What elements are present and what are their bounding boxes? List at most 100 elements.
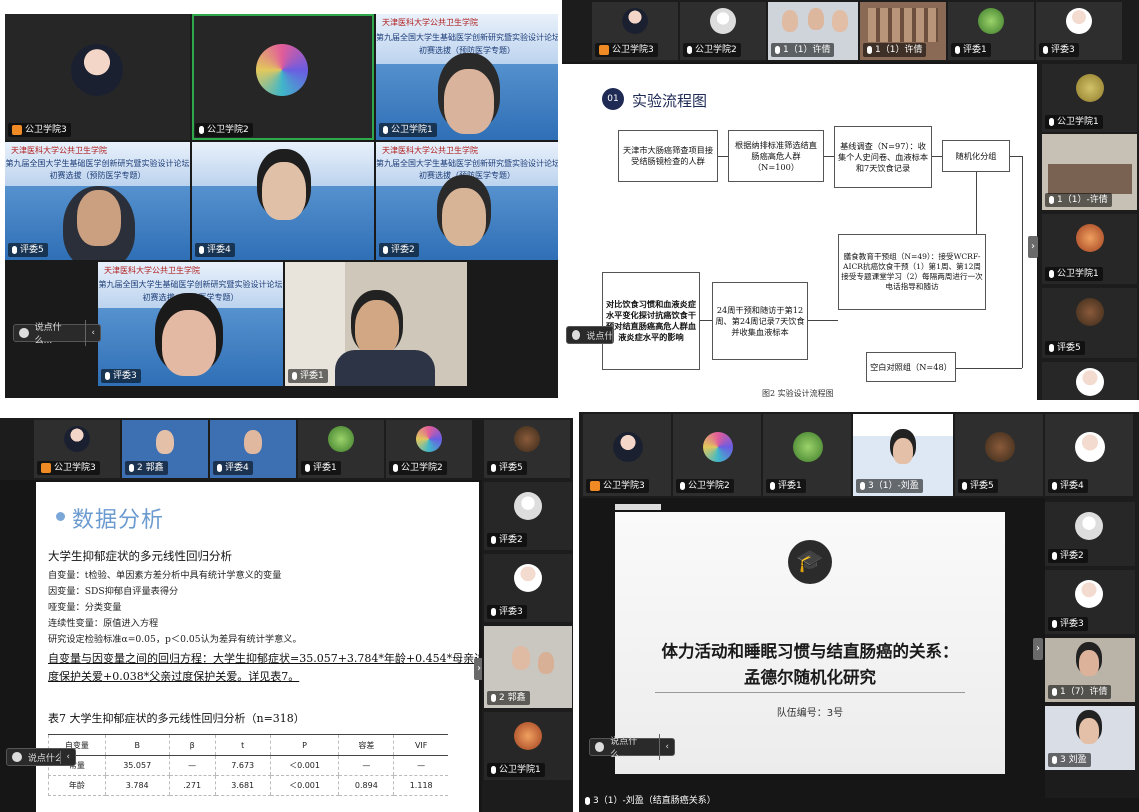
video-tile[interactable]: 天津医科大学公共卫生学院 第九届全国大学生基础医学创新研究暨实验设计论坛 初赛选拔（… — [376, 142, 558, 260]
avatar — [514, 492, 542, 520]
avatar — [622, 8, 648, 34]
chat-placeholder[interactable]: 说点什么... — [35, 320, 87, 346]
strip-tile[interactable]: 公卫学院3 — [583, 414, 671, 496]
strip-tile[interactable]: 评委5 — [955, 414, 1043, 496]
video-tile-active-speaker[interactable]: 公卫学院2 — [192, 14, 374, 140]
strip-tile[interactable]: 3 刘盈 — [1045, 706, 1135, 770]
chat-input-bar[interactable]: 说点什么... ‹ — [6, 748, 76, 766]
chevron-right-icon[interactable]: › — [1033, 638, 1043, 660]
chevron-right-icon[interactable]: › — [1028, 236, 1038, 258]
mic-icon — [1049, 118, 1054, 126]
chat-placeholder[interactable]: 说点什么... — [586, 328, 613, 342]
participant-video — [162, 310, 216, 376]
slide-body: 自变量：t检验、单因素方差分析中具有统计学意义的变量 因变量：SDS抑郁自评量表… — [48, 570, 302, 645]
smiley-icon[interactable] — [19, 328, 29, 338]
strip-tile[interactable]: 评委4 — [210, 420, 296, 478]
chat-input-bar[interactable]: 说点什么... ‹ — [13, 320, 101, 346]
smiley-icon[interactable] — [595, 742, 605, 752]
strip-tile[interactable]: 评委5 — [1042, 288, 1137, 358]
name-tag: 评委4 — [213, 461, 253, 475]
strip-tile[interactable]: 评委4 — [1045, 414, 1133, 496]
bullet-dot — [56, 512, 65, 521]
strip-tile[interactable]: 评委3 — [484, 554, 572, 622]
strip-tile[interactable]: 1（1）-许倩 — [1042, 134, 1137, 210]
name-tag: 公卫学院3 — [8, 123, 71, 137]
strip-tile[interactable]: 评委3 — [1045, 570, 1135, 634]
flow-box: 空白对照组（N=48） — [866, 352, 956, 382]
strip-tile[interactable]: 1（1）许倩 — [768, 2, 858, 60]
mic-icon — [1043, 46, 1048, 54]
mic-icon — [1049, 344, 1054, 352]
name-tag: 公卫学院2 — [389, 461, 447, 475]
video-tile[interactable]: 天津医科大学公共卫生学院 第九届全国大学生基础医学创新研究暨实验设计论坛 初赛选拔（… — [98, 262, 283, 386]
table-header-row: 自变量 B β t P 容差 VIF — [48, 734, 448, 756]
mic-icon — [860, 482, 865, 490]
name-tag: 评委1 — [766, 479, 806, 493]
name-tag: 1（1）许倩 — [863, 43, 927, 57]
slide-tab[interactable] — [615, 504, 661, 510]
strip-tile[interactable]: 公卫学院1 — [484, 712, 572, 780]
strip-tile[interactable]: 公卫学院2 — [386, 420, 472, 478]
strip-tile[interactable]: 评委2 — [1045, 502, 1135, 566]
graduation-cap-icon: 🎓 — [788, 540, 832, 584]
video-tile[interactable]: 天津医科大学公共卫生学院 第九届全国大学生基础医学创新研究暨实验设计论坛 初赛选拔（… — [376, 14, 558, 140]
mic-icon — [199, 246, 204, 254]
chat-input-bar[interactable]: 说点什么... ‹ — [589, 734, 675, 760]
strip-tile[interactable]: 公卫学院2 — [673, 414, 761, 496]
video-tile[interactable]: 评委1 — [285, 262, 467, 386]
avatar — [514, 426, 540, 452]
video-tile[interactable]: 评委4 — [192, 142, 374, 260]
flow-box: 根据纳排标准筛选结直肠癌高危人群（N=100） — [728, 130, 824, 182]
regression-table: 自变量 B β t P 容差 VIF 常量 35.057—7.673 ＜0.001—… — [48, 734, 448, 796]
slide-title: 实验流程图 — [632, 92, 708, 110]
avatar — [1076, 224, 1104, 252]
chevron-left-icon[interactable]: ‹ — [86, 328, 100, 338]
strip-tile[interactable]: 评委1 — [763, 414, 851, 496]
smiley-icon[interactable] — [572, 330, 581, 340]
avatar — [256, 44, 308, 96]
name-tag: 公卫学院2 — [195, 123, 253, 137]
mic-icon — [1049, 270, 1054, 278]
table-row: 常量 35.057—7.673 ＜0.001— — — [48, 755, 448, 776]
strip-tile[interactable]: 1（7）许倩 — [1045, 638, 1135, 702]
strip-tile[interactable]: 评委3 — [1036, 2, 1122, 60]
participant-strip: 公卫学院3 公卫学院2 1（1）许倩 1（1）许倩 评委1 评委3 — [562, 0, 1139, 62]
screen-share-panel-data-analysis: 公卫学院3 2 郭鑫 评委4 评委1 公卫学院2 评委5 数据分析 大学生抑郁症… — [0, 418, 573, 812]
participant-video — [442, 188, 486, 246]
video-tile[interactable]: 公卫学院3 — [5, 14, 190, 140]
slide-title-line2: 孟德尔随机化研究 — [744, 668, 876, 687]
chat-placeholder[interactable]: 说点什么... — [28, 750, 62, 764]
strip-tile[interactable]: 3（1）-刘盈 — [853, 414, 953, 496]
chat-input-bar[interactable]: 说点什么... — [566, 326, 614, 344]
chat-placeholder[interactable]: 说点什么... — [610, 734, 661, 760]
chevron-left-icon[interactable]: ‹ — [61, 752, 75, 762]
name-tag: 评委5 — [487, 461, 527, 475]
mic-icon — [775, 46, 780, 54]
screen-share-panel-flowchart: 公卫学院3 公卫学院2 1（1）许倩 1（1）许倩 评委1 评委3 01 实验流… — [562, 0, 1139, 400]
strip-tile[interactable]: 1（1）许倩 — [860, 2, 946, 60]
strip-tile[interactable]: 评委5 — [484, 420, 570, 478]
strip-tile[interactable]: 公卫学院3 — [592, 2, 678, 60]
strip-tile[interactable]: 2 郭鑫 — [484, 626, 572, 708]
mic-icon — [867, 46, 872, 54]
chevron-left-icon[interactable]: ‹ — [660, 742, 674, 752]
name-tag: 3 刘盈 — [1048, 753, 1091, 767]
strip-tile[interactable]: 2 郭鑫 — [122, 420, 208, 478]
strip-tile[interactable]: 公卫学院3 — [34, 420, 120, 478]
mic-icon — [129, 464, 134, 472]
strip-tile[interactable]: 评委1 — [298, 420, 384, 478]
mic-icon — [1052, 482, 1057, 490]
smiley-icon[interactable] — [12, 752, 22, 762]
host-icon — [599, 45, 609, 55]
strip-tile[interactable]: 评委2 — [484, 482, 572, 550]
strip-tile[interactable] — [1042, 362, 1137, 400]
participant-strip: 公卫学院3 2 郭鑫 评委4 评委1 公卫学院2 评委5 — [0, 418, 573, 480]
strip-tile[interactable]: 公卫学院2 — [680, 2, 766, 60]
mic-icon — [687, 46, 692, 54]
strip-tile[interactable]: 公卫学院1 — [1042, 214, 1137, 284]
strip-tile[interactable]: 评委1 — [948, 2, 1034, 60]
video-tile[interactable]: 天津医科大学公共卫生学院 第九届全国大学生基础医学创新研究暨实验设计论坛 初赛选拔（… — [5, 142, 190, 260]
shared-slide: 🎓 体力活动和睡眠习惯与结直肠癌的关系： 孟德尔随机化研究 队伍编号：3号 — [615, 512, 1005, 774]
participant-video — [355, 300, 399, 356]
strip-tile[interactable]: 公卫学院1 — [1042, 64, 1137, 132]
